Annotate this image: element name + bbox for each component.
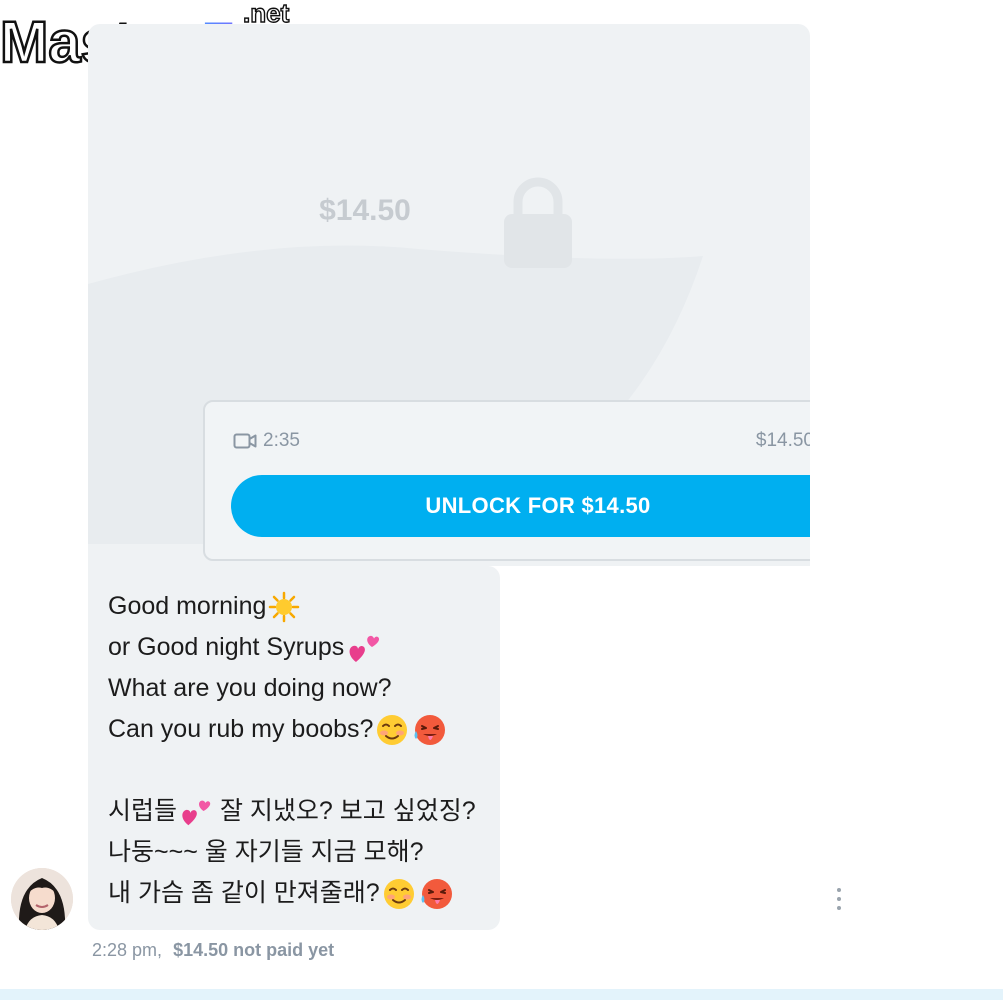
overlay-price: $14.50	[319, 194, 411, 227]
message-bubble: Good morning or Good night Syrups What a…	[88, 566, 500, 930]
payment-status: $14.50 not paid yet	[173, 940, 335, 960]
media-price: $14.50	[756, 430, 810, 452]
hot-face-emoji-icon	[421, 878, 452, 909]
sun-emoji-icon	[269, 591, 300, 622]
two-hearts-emoji-icon	[182, 800, 211, 825]
message-line: 내 가슴 좀 같이 만져줄래?	[108, 873, 500, 914]
unlock-panel: 2:35 $14.50 UNLOCK FOR $14.50	[203, 400, 810, 561]
message-line: 시럽들 잘 지냈오? 보고 싶었징?	[108, 791, 500, 832]
message-line: What are you doing now?	[108, 674, 392, 702]
input-area-edge	[0, 989, 1003, 1000]
message-time: 2:28 pm,	[92, 940, 163, 960]
message-line: Can you rub my boobs?	[108, 709, 500, 750]
unlock-button[interactable]: UNLOCK FOR $14.50	[231, 475, 810, 537]
message-meta: 2:28 pm, $14.50 not paid yet	[92, 940, 334, 961]
message-line: Good morning	[108, 586, 500, 627]
duration-text: 2:35	[263, 430, 300, 451]
avatar-image	[11, 868, 73, 930]
smiling-face-emoji-icon	[383, 878, 414, 909]
hot-face-emoji-icon	[414, 714, 446, 745]
two-hearts-emoji-icon	[349, 635, 380, 662]
message-line: 나둥~~~ 울 자기들 지금 모해?	[108, 838, 424, 866]
smiling-face-emoji-icon	[377, 714, 408, 745]
media-duration: 2:35	[233, 430, 300, 452]
message-line: or Good night Syrups	[108, 627, 500, 668]
sender-avatar[interactable]	[11, 868, 73, 930]
more-options-icon[interactable]	[830, 884, 848, 914]
locked-media-card[interactable]: $14.50 2:35 $14.50 UNLOCK FOR $14.50	[88, 24, 810, 566]
price-text: $14.50	[755, 430, 810, 451]
video-camera-icon	[233, 433, 257, 449]
